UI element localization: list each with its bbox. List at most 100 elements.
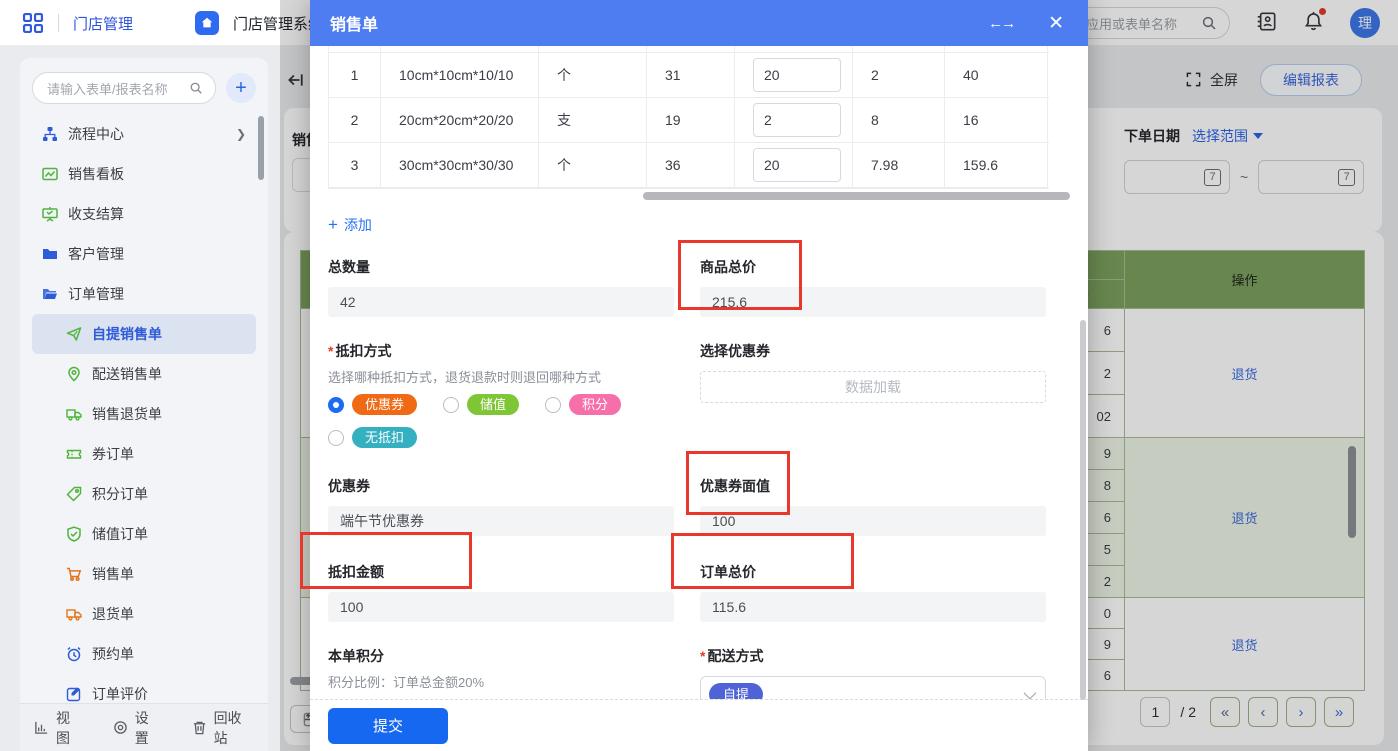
table-hscrollbar-thumb[interactable]	[643, 192, 1070, 200]
sidebar-item-reservation-order[interactable]: 预约单	[32, 634, 256, 674]
price-cell: 2	[853, 53, 945, 98]
return-goods-link[interactable]: 退货	[1231, 367, 1257, 382]
return-goods-link[interactable]: 退货	[1231, 638, 1257, 653]
close-icon[interactable]: ✕	[1048, 12, 1064, 35]
chevron-down-icon	[1023, 686, 1037, 699]
edit-report-button[interactable]: 编辑报表	[1260, 64, 1362, 96]
sales-order-modal: 销售单 ←→ ✕ 1 10cm*10cm*10/10 个 31 2 40 2 2…	[310, 0, 1088, 751]
amount-cell: 16	[945, 98, 1049, 143]
sidebar-item-delivery-sales-order[interactable]: 配送销售单	[32, 354, 256, 394]
app-grid-icon[interactable]	[22, 12, 44, 34]
notification-badge	[1319, 8, 1326, 15]
recycle-label: 回收站	[213, 709, 242, 746]
date-start-input[interactable]: 7	[1124, 160, 1230, 194]
fullscreen-label: 全屏	[1210, 72, 1238, 88]
choose-coupon-select[interactable]: 数据加载	[700, 371, 1046, 403]
sidebar-scrollbar-thumb[interactable]	[258, 116, 264, 180]
fullscreen-button[interactable]: 全屏	[1186, 70, 1238, 90]
folder-open-icon	[42, 286, 58, 302]
settings-button[interactable]: 设置	[113, 708, 162, 748]
price-cell: 8	[853, 98, 945, 143]
sidebar-item-process-center[interactable]: 流程中心 ❯	[32, 114, 256, 154]
points-helper: 积分比例：订单总金额20%	[328, 675, 485, 690]
search-icon	[189, 81, 203, 98]
deduct-amount-label: 抵扣金额	[328, 564, 384, 580]
goods-total-value: 215.6	[700, 287, 1046, 317]
sidebar-search-placeholder: 请输入表单/报表名称	[47, 81, 168, 97]
notifications-bell-icon[interactable]	[1303, 8, 1326, 35]
map-pin-icon	[66, 366, 82, 382]
radio-option-no-deduction[interactable]: 无抵扣	[328, 427, 418, 448]
sidebar-item-return-order[interactable]: 退货单	[32, 594, 256, 634]
points-pill: 积分	[569, 394, 622, 415]
quantity-input[interactable]	[753, 148, 841, 182]
sidebar-item-coupon-order[interactable]: 券订单	[32, 434, 256, 474]
table-scrollbar-thumb[interactable]	[1348, 446, 1356, 538]
radio-icon	[443, 396, 460, 413]
contacts-icon[interactable]	[1256, 11, 1277, 35]
modal-header: 销售单 ←→ ✕	[310, 0, 1088, 46]
delivery-method-label: * 配送方式	[700, 648, 764, 664]
sidebar-footer: 视图 设置 回收站	[20, 703, 268, 751]
spec-cell: 20cm*20cm*20/20	[381, 98, 539, 143]
view-button[interactable]: 视图	[34, 708, 83, 748]
sidebar-item-label: 流程中心	[68, 126, 124, 142]
sidebar-item-points-order[interactable]: 积分订单	[32, 474, 256, 514]
quantity-input[interactable]	[753, 103, 841, 137]
spec-cell: 10cm*10cm*10/10	[381, 53, 539, 98]
coupon-name-value: 端午节优惠券	[328, 506, 674, 536]
required-asterisk: *	[328, 343, 334, 359]
first-page-button[interactable]: «	[1210, 697, 1240, 727]
sidebar-item-stored-value-order[interactable]: 储值订单	[32, 514, 256, 554]
folder-icon	[42, 246, 58, 262]
submit-button[interactable]: 提交	[328, 707, 448, 744]
next-page-button[interactable]: ›	[1286, 697, 1316, 727]
page-number[interactable]: 1	[1140, 697, 1171, 727]
sidebar-item-sales-return-order[interactable]: 销售退货单	[32, 394, 256, 434]
sidebar-search-input[interactable]: 请输入表单/报表名称	[32, 72, 216, 104]
sidebar-item-label: 客户管理	[68, 246, 124, 262]
sidebar-item-sales-dashboard[interactable]: 销售看板	[32, 154, 256, 194]
gear-icon	[113, 720, 129, 736]
sidebar-item-selfpickup-sales-order[interactable]: 自提销售单	[32, 314, 256, 354]
avatar[interactable]: 理	[1350, 8, 1380, 38]
collapse-icon[interactable]	[286, 71, 304, 89]
nav-store-management[interactable]: 门店管理	[73, 13, 133, 34]
date-range-dropdown[interactable]: 选择范围	[1192, 126, 1263, 146]
sidebar-item-label: 配送销售单	[92, 366, 162, 382]
sidebar-item-sales-order[interactable]: 销售单	[32, 554, 256, 594]
flow-icon	[42, 126, 58, 142]
sidebar-item-label: 收支结算	[68, 206, 124, 222]
sidebar-menu: 流程中心 ❯ 销售看板 收支结算 客户管理 订单管理 自提销售单 配送销售单 销…	[20, 110, 268, 714]
sidebar-item-settlement[interactable]: 收支结算	[32, 194, 256, 234]
radio-option-points[interactable]: 积分	[545, 394, 622, 415]
prev-page-button[interactable]: ‹	[1248, 697, 1278, 727]
recycle-bin-button[interactable]: 回收站	[192, 708, 254, 748]
radio-option-coupon[interactable]: 优惠券	[328, 394, 418, 415]
quantity-input[interactable]	[753, 58, 841, 92]
expand-icon[interactable]: ←→	[988, 15, 1016, 32]
row-index: 2	[329, 98, 381, 143]
ledger-icon	[42, 206, 58, 222]
radio-option-stored-value[interactable]: 储值	[443, 394, 520, 415]
row-index: 3	[329, 143, 381, 188]
range-label: 选择范围	[1192, 128, 1248, 144]
choose-coupon-label: 选择优惠券	[700, 343, 770, 359]
add-form-button[interactable]: +	[226, 73, 256, 103]
return-goods-link[interactable]: 退货	[1231, 511, 1257, 526]
deduct-amount-value: 100	[328, 592, 674, 622]
home-icon[interactable]	[195, 11, 220, 35]
last-page-button[interactable]: »	[1324, 697, 1354, 727]
coupon-pill: 优惠券	[352, 394, 418, 415]
modal-scrollbar-thumb[interactable]	[1080, 320, 1086, 700]
sidebar-item-label: 销售看板	[68, 166, 124, 182]
plus-icon: +	[328, 215, 338, 234]
sidebar-item-order-management[interactable]: 订单管理	[32, 274, 256, 314]
delivery-method-select[interactable]: 自提	[700, 676, 1046, 699]
table-row: 1 10cm*10cm*10/10 个 31 2 40	[329, 53, 1049, 98]
add-row-button[interactable]: + 添加	[328, 215, 372, 235]
sidebar-item-customer-management[interactable]: 客户管理	[32, 234, 256, 274]
edit-icon	[66, 686, 82, 702]
col-action: 操作	[1124, 250, 1365, 309]
date-end-input[interactable]: 7	[1258, 160, 1365, 194]
